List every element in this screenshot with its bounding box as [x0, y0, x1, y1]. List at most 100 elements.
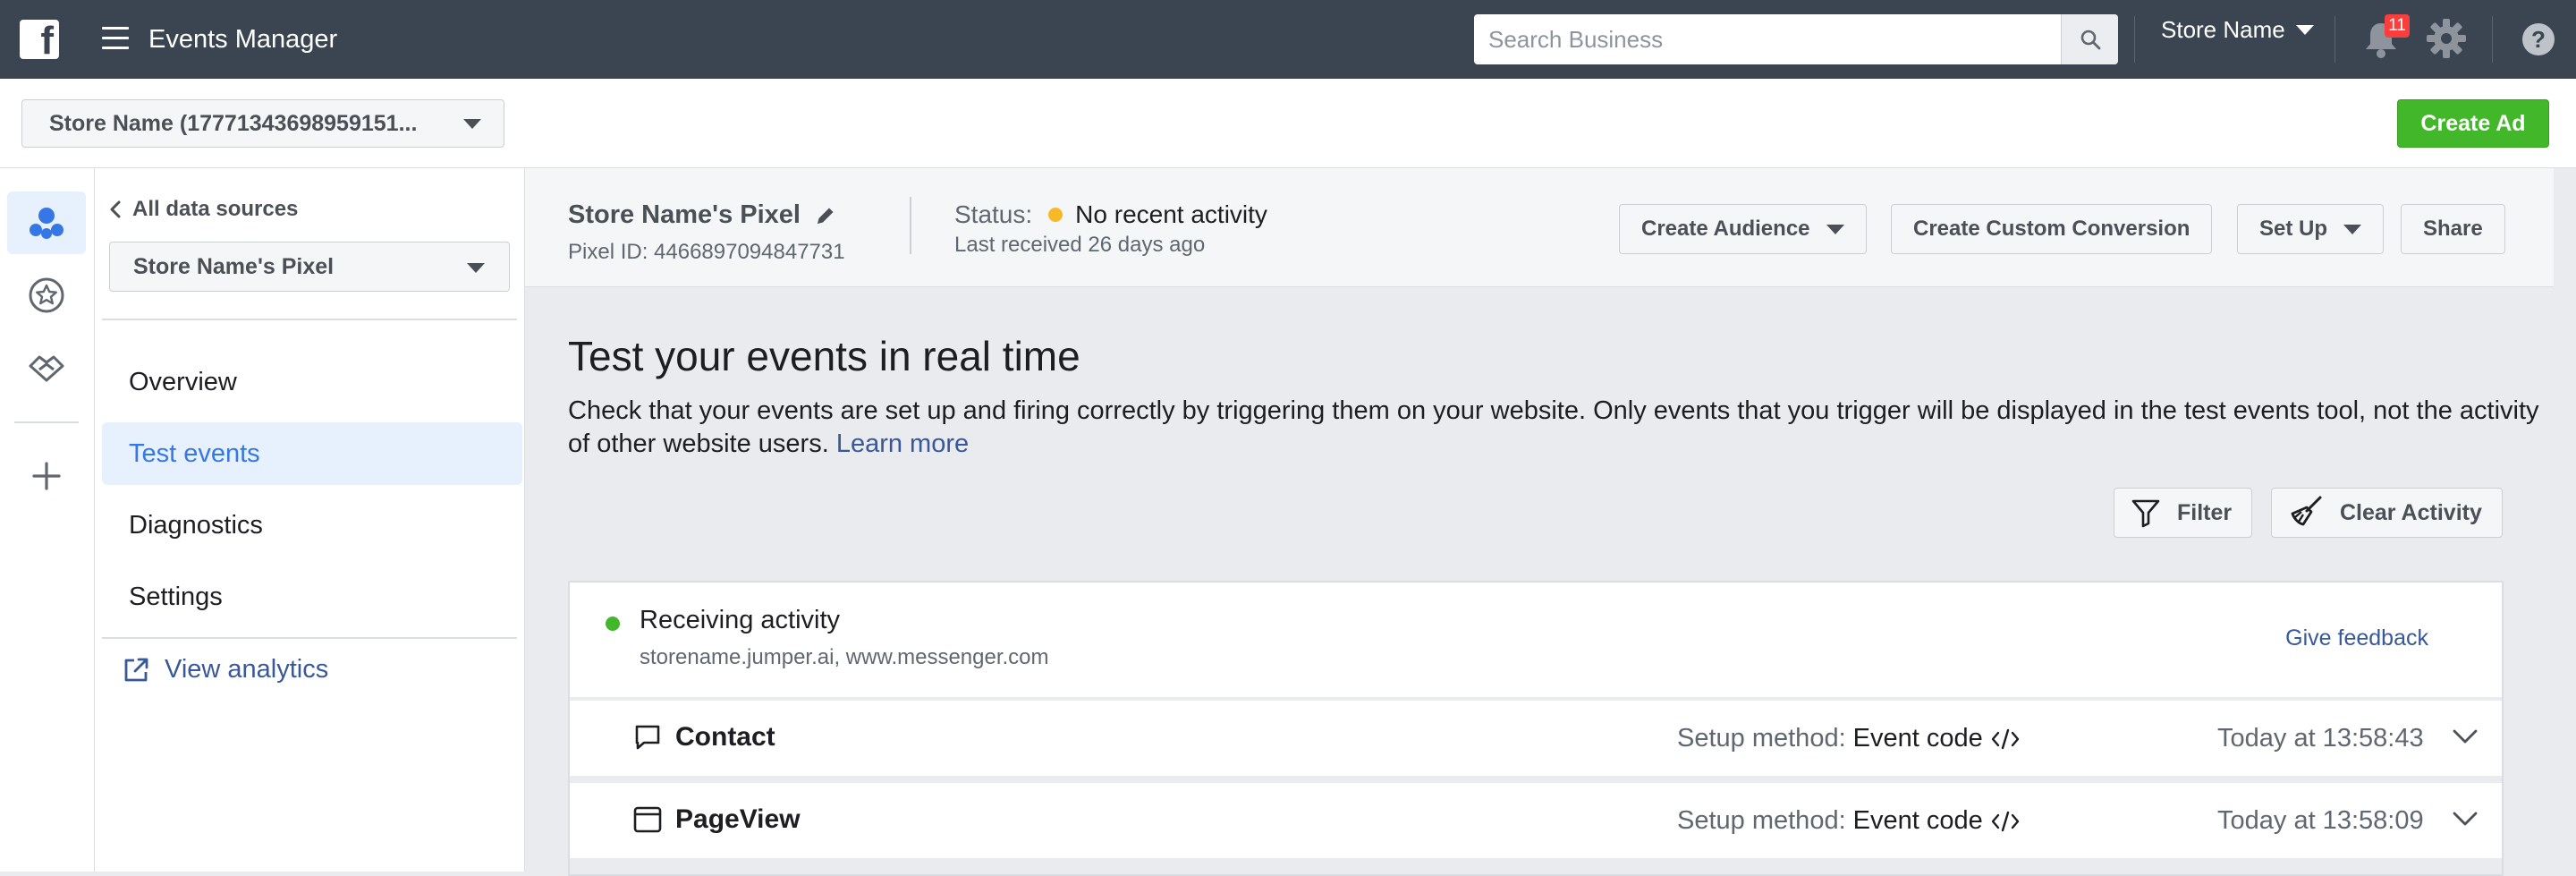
create-audience-button[interactable]: Create Audience [1619, 204, 1867, 254]
rail-item-add[interactable] [7, 445, 86, 507]
status-line: Status: No recent activity [954, 200, 1267, 229]
receiving-title: Receiving activity [640, 606, 841, 634]
browser-window-icon [633, 806, 662, 833]
receiving-domains: storename.jumper.ai, www.messenger.com [640, 645, 1049, 669]
rail-item-favorites[interactable] [7, 264, 86, 327]
clear-activity-label: Clear Activity [2340, 499, 2482, 525]
event-setup-method: Setup method: Event code [1677, 724, 2021, 753]
search-button[interactable] [2061, 14, 2118, 64]
last-received: Last received 26 days ago [954, 233, 1206, 257]
pixel-select[interactable]: Store Name's Pixel [109, 242, 510, 292]
caret-down-icon [463, 119, 481, 129]
search-input[interactable] [1474, 14, 2061, 64]
status-value: No recent activity [1075, 200, 1267, 228]
help-icon[interactable]: ? [2522, 23, 2555, 55]
caret-down-icon [467, 263, 485, 273]
store-menu[interactable]: Store Name [2161, 16, 2314, 44]
test-events-content: Test your events in real time Check that… [525, 287, 2554, 876]
filter-funnel-icon [2131, 499, 2160, 528]
caret-down-icon [2343, 224, 2362, 234]
business-bar: Store Name (17771343698959151... Create … [0, 79, 2576, 168]
pixel-name-label: Store Name's Pixel [568, 200, 801, 229]
pixel-name: Store Name's Pixel [568, 200, 836, 230]
rail-item-events[interactable] [7, 191, 86, 254]
event-name: PageView [675, 804, 801, 834]
divider [2134, 16, 2135, 63]
settings-gear-icon[interactable] [2426, 18, 2467, 59]
filter-label: Filter [2177, 499, 2233, 525]
divider [2492, 16, 2493, 63]
clear-activity-button[interactable]: Clear Activity [2271, 488, 2503, 538]
setup-method-label: Setup method: [1677, 806, 1846, 835]
store-account-label: Store Name (17771343698959151... [49, 111, 418, 136]
search-box [1474, 14, 2118, 64]
activity-panel: Receiving activity storename.jumper.ai, … [568, 581, 2504, 876]
pixel-header: Store Name's Pixel Pixel ID: 44668970948… [525, 168, 2554, 287]
search-icon [2080, 30, 2100, 50]
caret-down-icon [1826, 224, 1844, 234]
code-icon [1991, 811, 2019, 831]
status-label: Status: [954, 200, 1033, 228]
page-title: Test your events in real time [568, 333, 1080, 379]
setup-method-value: Event code [1852, 724, 1983, 753]
chat-bubble-icon [635, 725, 660, 750]
chevron-down-icon[interactable] [2452, 727, 2479, 745]
nav-divider [102, 319, 517, 320]
status-dot-icon [1048, 208, 1063, 222]
app-title: Events Manager [148, 25, 338, 54]
create-custom-conversion-button[interactable]: Create Custom Conversion [1891, 204, 2213, 254]
star-circle-icon [29, 277, 64, 313]
event-time: Today at 13:58:09 [2217, 806, 2424, 835]
view-analytics-link[interactable]: View analytics [122, 655, 328, 685]
learn-more-link[interactable]: Learn more [836, 429, 969, 458]
create-ad-button[interactable]: Create Ad [2397, 99, 2549, 148]
left-navigation: All data sources Store Name's Pixel Over… [95, 168, 525, 872]
broom-icon [2291, 496, 2322, 526]
chevron-down-icon[interactable] [2452, 810, 2479, 828]
event-setup-method: Setup method: Event code [1677, 806, 2021, 836]
header-divider [910, 197, 911, 254]
setup-method-value: Event code [1852, 806, 1983, 835]
create-audience-label: Create Audience [1641, 217, 1810, 241]
receiving-activity-card: Receiving activity storename.jumper.ai, … [570, 583, 2502, 697]
setup-method-label: Setup method: [1677, 724, 1846, 753]
hamburger-menu-icon[interactable] [102, 27, 129, 50]
event-row-contact[interactable]: Contact Setup method: Event code Today a… [570, 701, 2502, 776]
data-sources-icon [30, 208, 64, 239]
pixel-select-label: Store Name's Pixel [133, 254, 335, 279]
nav-item-diagnostics[interactable]: Diagnostics [102, 494, 522, 557]
create-custom-conversion-label: Create Custom Conversion [1913, 217, 2190, 241]
divider [2334, 16, 2335, 63]
share-label: Share [2423, 217, 2483, 241]
external-link-icon [124, 658, 148, 681]
code-icon [1991, 728, 2019, 749]
event-row-pageview[interactable]: PageView Setup method: Event code Today … [570, 783, 2502, 858]
filter-button[interactable]: Filter [2114, 488, 2253, 538]
handshake-icon [29, 355, 64, 382]
chevron-left-icon [110, 200, 121, 218]
caret-down-icon [2295, 25, 2314, 35]
give-feedback-link[interactable]: Give feedback [2285, 625, 2428, 651]
edit-pencil-icon[interactable] [815, 205, 836, 226]
store-account-select[interactable]: Store Name (17771343698959151... [21, 99, 504, 148]
pixel-id: Pixel ID: 4466897094847731 [568, 240, 845, 264]
page-description: Check that your events are set up and fi… [568, 395, 2554, 461]
nav-divider [102, 637, 517, 639]
notification-badge: 11 [2385, 14, 2410, 38]
rail-divider [14, 421, 79, 423]
nav-item-overview[interactable]: Overview [102, 351, 522, 413]
facebook-logo-icon[interactable]: f [20, 20, 59, 61]
set-up-button[interactable]: Set Up [2237, 204, 2385, 254]
view-analytics-label: View analytics [165, 655, 329, 684]
icon-rail [0, 168, 95, 872]
active-status-dot-icon [606, 617, 620, 631]
all-data-sources-label: All data sources [132, 197, 299, 221]
event-name: Contact [675, 722, 775, 752]
nav-item-settings[interactable]: Settings [102, 566, 522, 628]
all-data-sources-link[interactable]: All data sources [109, 197, 298, 222]
event-time: Today at 13:58:43 [2217, 724, 2424, 753]
nav-item-test-events[interactable]: Test events [102, 422, 522, 485]
plus-icon [32, 462, 61, 490]
rail-item-partners[interactable] [7, 336, 86, 399]
share-button[interactable]: Share [2401, 204, 2505, 254]
